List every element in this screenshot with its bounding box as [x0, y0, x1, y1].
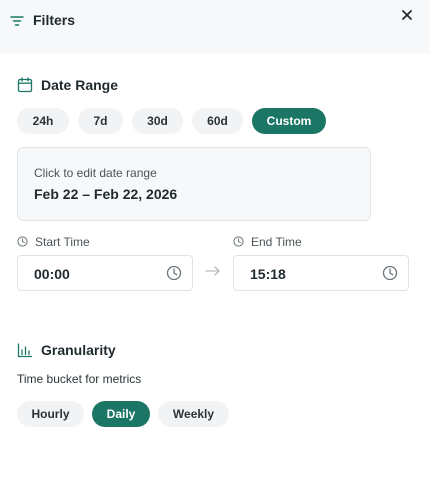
granularity-subtitle: Time bucket for metrics — [17, 372, 142, 386]
preset-7d-button[interactable]: 7d — [78, 108, 123, 134]
end-time-value: 15:18 — [250, 266, 286, 282]
date-range-value: Feb 22 – Feb 22, 2026 — [34, 186, 178, 202]
granularity-title: Granularity — [41, 342, 116, 358]
granularity-label: Hourly — [31, 407, 70, 421]
clock-icon[interactable] — [382, 265, 398, 281]
bar-chart-icon — [17, 343, 33, 358]
calendar-icon — [17, 77, 33, 93]
date-range-hint: Click to edit date range — [34, 166, 157, 180]
preset-label: 24h — [32, 114, 54, 128]
preset-label: 7d — [93, 114, 108, 128]
close-button[interactable] — [396, 4, 418, 26]
granularity-hourly-button[interactable]: Hourly — [17, 401, 84, 427]
date-range-title: Date Range — [41, 77, 119, 93]
preset-label: 30d — [147, 114, 168, 128]
start-time-input[interactable]: 00:00 — [17, 255, 193, 291]
date-range-card[interactable]: Click to edit date range Feb 22 – Feb 22… — [17, 147, 371, 221]
start-time-value: 00:00 — [34, 266, 70, 282]
filters-header: Filters — [0, 0, 430, 54]
preset-24h-button[interactable]: 24h — [17, 108, 69, 134]
granularity-daily-button[interactable]: Daily — [92, 401, 150, 427]
end-time-label: End Time — [251, 235, 302, 249]
filter-icon — [10, 16, 24, 26]
granularity-weekly-button[interactable]: Weekly — [158, 401, 229, 427]
clock-icon[interactable] — [166, 265, 182, 281]
granularity-label: Daily — [106, 407, 136, 421]
close-icon — [402, 10, 412, 20]
arrow-right-icon — [205, 266, 220, 276]
preset-label: Custom — [266, 114, 312, 128]
clock-icon — [233, 236, 244, 247]
panel-title: Filters — [33, 12, 76, 28]
end-time-input[interactable]: 15:18 — [233, 255, 409, 291]
preset-30d-button[interactable]: 30d — [132, 108, 183, 134]
clock-icon — [17, 236, 28, 247]
preset-label: 60d — [207, 114, 228, 128]
granularity-label: Weekly — [172, 407, 215, 421]
preset-custom-button[interactable]: Custom — [252, 108, 326, 134]
start-time-label: Start Time — [35, 235, 90, 249]
preset-60d-button[interactable]: 60d — [192, 108, 243, 134]
